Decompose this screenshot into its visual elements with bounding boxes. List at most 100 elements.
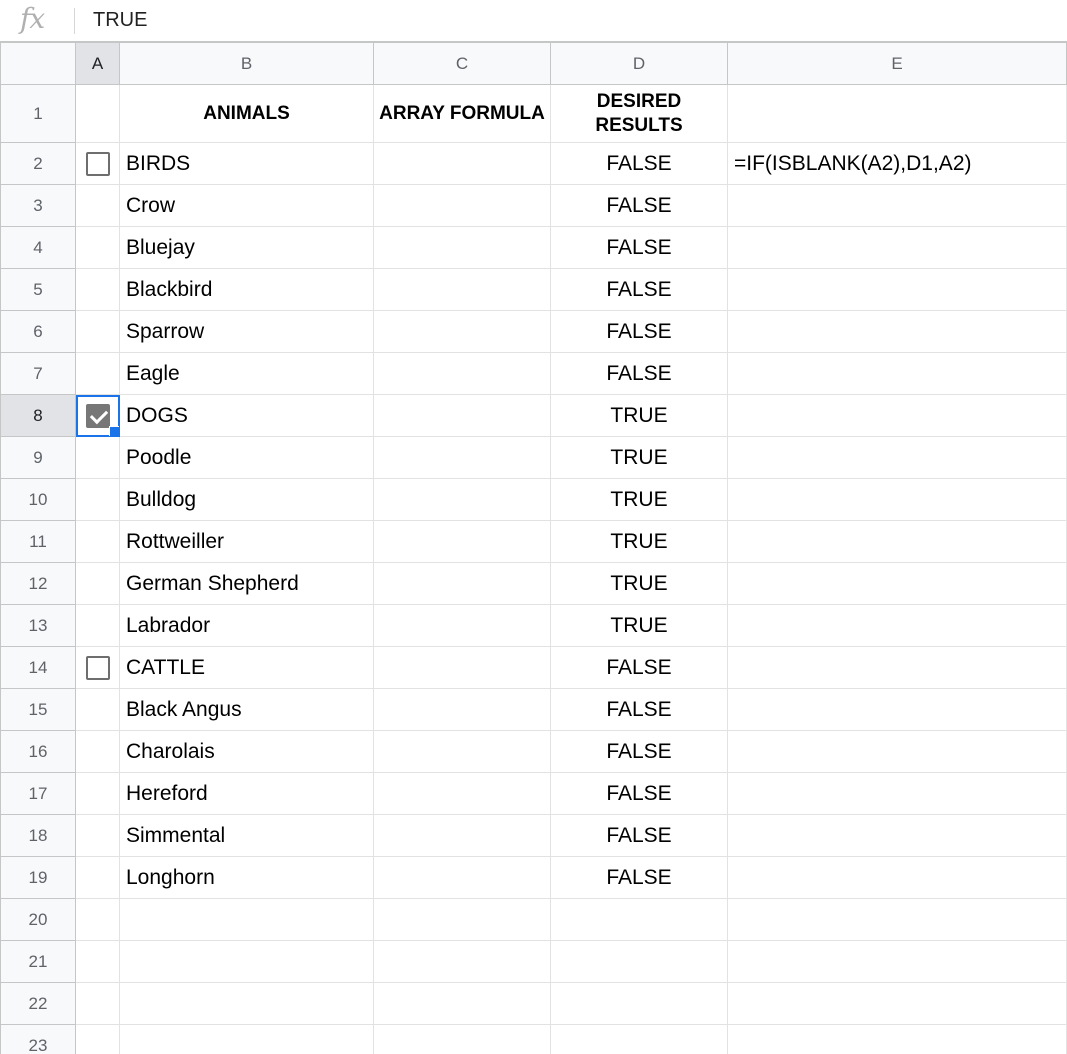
animal-name-cell[interactable] <box>119 898 374 941</box>
checkbox-unchecked[interactable] <box>85 655 110 680</box>
row-header[interactable]: 14 <box>0 646 76 689</box>
array-formula-cell[interactable] <box>373 562 551 605</box>
formula-text-cell[interactable] <box>727 898 1067 941</box>
animal-name-cell[interactable]: Longhorn <box>119 856 374 899</box>
row-header[interactable]: 16 <box>0 730 76 773</box>
checkbox-cell[interactable] <box>75 184 120 227</box>
formula-text-cell[interactable] <box>727 982 1067 1025</box>
animal-name-cell[interactable]: CATTLE <box>119 646 374 689</box>
header-cell-desired-results[interactable]: DESIRED RESULTS <box>550 84 728 143</box>
row-header[interactable]: 17 <box>0 772 76 815</box>
checkbox-cell[interactable] <box>75 604 120 647</box>
formula-text-cell[interactable] <box>727 814 1067 857</box>
desired-result-cell[interactable] <box>550 898 728 941</box>
checkbox-unchecked[interactable] <box>85 151 110 176</box>
cell-e1[interactable] <box>727 84 1067 143</box>
animal-name-cell[interactable]: Hereford <box>119 772 374 815</box>
row-header[interactable]: 9 <box>0 436 76 479</box>
array-formula-cell[interactable] <box>373 310 551 353</box>
array-formula-cell[interactable] <box>373 856 551 899</box>
checkbox-cell[interactable] <box>75 394 120 437</box>
array-formula-cell[interactable] <box>373 730 551 773</box>
array-formula-cell[interactable] <box>373 1024 551 1054</box>
formula-text-cell[interactable] <box>727 352 1067 395</box>
formula-input[interactable]: TRUE <box>93 9 147 32</box>
row-header[interactable]: 13 <box>0 604 76 647</box>
row-header[interactable]: 21 <box>0 940 76 983</box>
array-formula-cell[interactable] <box>373 898 551 941</box>
desired-result-cell[interactable]: FALSE <box>550 814 728 857</box>
formula-text-cell[interactable] <box>727 184 1067 227</box>
array-formula-cell[interactable] <box>373 184 551 227</box>
animal-name-cell[interactable]: Blackbird <box>119 268 374 311</box>
animal-name-cell[interactable] <box>119 940 374 983</box>
row-header[interactable]: 22 <box>0 982 76 1025</box>
formula-text-cell[interactable]: =IF(ISBLANK(A2),D1,A2) <box>727 142 1067 185</box>
desired-result-cell[interactable]: FALSE <box>550 730 728 773</box>
desired-result-cell[interactable] <box>550 1024 728 1054</box>
array-formula-cell[interactable] <box>373 142 551 185</box>
desired-result-cell[interactable]: FALSE <box>550 184 728 227</box>
row-header[interactable]: 12 <box>0 562 76 605</box>
animal-name-cell[interactable]: Black Angus <box>119 688 374 731</box>
animal-name-cell[interactable]: Rottweiller <box>119 520 374 563</box>
animal-name-cell[interactable]: Poodle <box>119 436 374 479</box>
checkbox-cell[interactable] <box>75 1024 120 1054</box>
column-header-d[interactable]: D <box>550 42 728 85</box>
array-formula-cell[interactable] <box>373 772 551 815</box>
animal-name-cell[interactable]: Eagle <box>119 352 374 395</box>
checkbox-cell[interactable] <box>75 646 120 689</box>
animal-name-cell[interactable]: German Shepherd <box>119 562 374 605</box>
column-header-c[interactable]: C <box>373 42 551 85</box>
array-formula-cell[interactable] <box>373 982 551 1025</box>
checkbox-cell[interactable] <box>75 268 120 311</box>
checkbox-cell[interactable] <box>75 226 120 269</box>
row-header[interactable]: 1 <box>0 84 76 143</box>
row-header[interactable]: 10 <box>0 478 76 521</box>
animal-name-cell[interactable]: Simmental <box>119 814 374 857</box>
formula-text-cell[interactable] <box>727 772 1067 815</box>
checkbox-cell[interactable] <box>75 310 120 353</box>
header-cell-array-formula[interactable]: ARRAY FORMULA <box>373 84 551 143</box>
desired-result-cell[interactable]: TRUE <box>550 436 728 479</box>
checkbox-cell[interactable] <box>75 562 120 605</box>
formula-text-cell[interactable] <box>727 646 1067 689</box>
formula-text-cell[interactable] <box>727 394 1067 437</box>
desired-result-cell[interactable]: TRUE <box>550 604 728 647</box>
formula-text-cell[interactable] <box>727 268 1067 311</box>
formula-text-cell[interactable] <box>727 436 1067 479</box>
row-header[interactable]: 7 <box>0 352 76 395</box>
desired-result-cell[interactable]: FALSE <box>550 352 728 395</box>
array-formula-cell[interactable] <box>373 646 551 689</box>
desired-result-cell[interactable]: FALSE <box>550 688 728 731</box>
fill-handle[interactable] <box>109 426 119 436</box>
array-formula-cell[interactable] <box>373 520 551 563</box>
formula-text-cell[interactable] <box>727 520 1067 563</box>
desired-result-cell[interactable] <box>550 940 728 983</box>
array-formula-cell[interactable] <box>373 688 551 731</box>
desired-result-cell[interactable]: FALSE <box>550 772 728 815</box>
row-header[interactable]: 20 <box>0 898 76 941</box>
checkbox-cell[interactable] <box>75 814 120 857</box>
checkbox-cell[interactable] <box>75 982 120 1025</box>
checkbox-cell[interactable] <box>75 898 120 941</box>
desired-result-cell[interactable]: FALSE <box>550 310 728 353</box>
row-header[interactable]: 19 <box>0 856 76 899</box>
row-header[interactable]: 23 <box>0 1024 76 1054</box>
row-header[interactable]: 8 <box>0 394 76 437</box>
formula-text-cell[interactable] <box>727 226 1067 269</box>
animal-name-cell[interactable]: Labrador <box>119 604 374 647</box>
desired-result-cell[interactable]: TRUE <box>550 562 728 605</box>
checkbox-cell[interactable] <box>75 478 120 521</box>
checkbox-cell[interactable] <box>75 142 120 185</box>
desired-result-cell[interactable]: FALSE <box>550 856 728 899</box>
checkbox-cell[interactable] <box>75 940 120 983</box>
desired-result-cell[interactable]: FALSE <box>550 142 728 185</box>
array-formula-cell[interactable] <box>373 268 551 311</box>
formula-text-cell[interactable] <box>727 856 1067 899</box>
animal-name-cell[interactable]: Crow <box>119 184 374 227</box>
animal-name-cell[interactable]: Bluejay <box>119 226 374 269</box>
desired-result-cell[interactable] <box>550 982 728 1025</box>
formula-text-cell[interactable] <box>727 310 1067 353</box>
checkbox-cell[interactable] <box>75 772 120 815</box>
